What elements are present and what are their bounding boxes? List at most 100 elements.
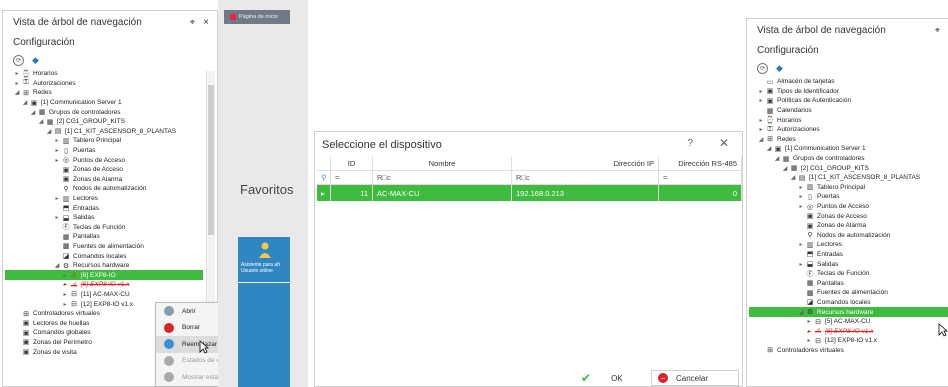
tree-item[interactable]: ▸ ⊟ [12] EXP8-IO v1.x bbox=[749, 336, 948, 346]
tree-item[interactable]: ▩ Fuentes de alimentación bbox=[5, 242, 203, 252]
tree-item[interactable]: ▸ ⚿ Autorizaciones bbox=[749, 125, 948, 135]
expander-icon[interactable]: ◢ bbox=[765, 145, 773, 152]
tree-item[interactable]: ▸ ▯ Puertas bbox=[749, 192, 948, 202]
tree-item[interactable]: ⚲ Nodos de automatización bbox=[749, 231, 948, 241]
tree-item[interactable]: ▣ Zonas de Alarma bbox=[749, 221, 948, 231]
tree-item[interactable]: Ⓕ Teclas de Función bbox=[5, 223, 203, 233]
tree-item[interactable]: ▸ ▣ Tipos de Identificador bbox=[749, 87, 948, 97]
expander-icon[interactable]: ◢ bbox=[37, 118, 45, 125]
tree-item[interactable]: ▣ Zonas de Alarma bbox=[5, 175, 203, 185]
expander-icon[interactable]: ▸ bbox=[805, 318, 813, 325]
tree-item[interactable]: ▸ ⊟ [11] AC-MAX-CU bbox=[5, 290, 203, 300]
expander-icon[interactable]: ◢ bbox=[53, 262, 61, 269]
tree-item[interactable]: ▸ ⌚ Horarios bbox=[5, 69, 203, 79]
expander-icon[interactable]: ◢ bbox=[789, 174, 797, 181]
filter-name[interactable]: R□c bbox=[373, 171, 512, 184]
column-name[interactable]: Nombre bbox=[373, 157, 512, 170]
table-row[interactable]: ▸ 11 AC-MAX-CU 192.168.0.213 0 bbox=[317, 185, 742, 201]
expander-icon[interactable]: ▸ bbox=[797, 203, 805, 210]
tree-item[interactable]: ▸ ⊟ [5] AC-MAX-CU bbox=[749, 317, 948, 327]
expander-icon[interactable]: ▸ bbox=[797, 241, 805, 248]
expander-icon[interactable]: ▸ bbox=[13, 80, 21, 87]
tree-item[interactable]: ▦ Pantallas bbox=[749, 278, 948, 288]
expander-icon[interactable]: ◢ bbox=[45, 128, 53, 135]
filter-ip[interactable]: R□c bbox=[512, 171, 659, 184]
tree-item[interactable]: ⊞ Controladores virtuales bbox=[749, 346, 948, 356]
tree-item[interactable]: ▭ Almacén de tarjetas bbox=[749, 77, 948, 87]
help-icon[interactable]: ? bbox=[687, 138, 693, 149]
right-pin-icon[interactable]: ⌖ bbox=[935, 25, 940, 36]
tree-item[interactable]: ▸ ⚠ [6] EXP8-IO bbox=[5, 270, 203, 281]
expander-icon[interactable]: ▸ bbox=[13, 70, 21, 77]
tree-item[interactable]: ▸ ▯ Puertas bbox=[5, 146, 203, 156]
dialog-close-icon[interactable]: ✕ bbox=[719, 136, 729, 150]
column-ip[interactable]: Dirección IP bbox=[512, 157, 659, 170]
close-icon[interactable]: × bbox=[203, 17, 209, 28]
expander-icon[interactable]: ▸ bbox=[61, 281, 69, 288]
tree-item[interactable]: ▸ ▣ Políticas de Autenticación bbox=[749, 96, 948, 106]
expander-icon[interactable]: ▸ bbox=[53, 157, 61, 164]
wizard-tile[interactable]: Asistente para añ Usuario online bbox=[238, 237, 290, 282]
tree-item[interactable]: Ⓕ Teclas de Función bbox=[749, 269, 948, 279]
expander-icon[interactable]: ▸ bbox=[757, 117, 765, 124]
tree-item[interactable]: ▸ ◎ Puntos de Acceso bbox=[5, 155, 203, 165]
tree-item[interactable]: ▩ Fuentes de alimentación bbox=[749, 288, 948, 298]
tab-home[interactable]: Página de inicio bbox=[224, 10, 290, 24]
expander-icon[interactable]: ▸ bbox=[797, 184, 805, 191]
left-scrollbar-thumb[interactable] bbox=[208, 85, 214, 235]
expander-icon[interactable]: ▸ bbox=[53, 195, 61, 202]
expander-icon[interactable]: ▸ bbox=[61, 291, 69, 298]
navigate-up-icon[interactable]: ◆ bbox=[32, 55, 39, 66]
tree-item[interactable]: ▸ ▥ Tablero Principal bbox=[749, 183, 948, 193]
tree-item[interactable]: ▸ ◎ Puntos de Acceso bbox=[749, 202, 948, 212]
filter-rs485[interactable]: = bbox=[659, 171, 742, 184]
tree-item[interactable]: ◢ ⚙ Recursos hardware bbox=[749, 307, 948, 317]
refresh-icon[interactable]: ⟳ bbox=[13, 54, 24, 66]
expander-icon[interactable]: ◢ bbox=[773, 155, 781, 162]
expander-icon[interactable]: ▸ bbox=[805, 337, 813, 344]
expander-icon[interactable]: ◢ bbox=[781, 165, 789, 172]
tree-item[interactable]: ◢ ⚙ Recursos hardware bbox=[5, 261, 203, 271]
expander-icon[interactable]: ◢ bbox=[29, 109, 37, 116]
tree-item[interactable]: ▸ ⚠ [6] EXP8-IO v1.x bbox=[5, 280, 203, 290]
expander-icon[interactable]: ◢ bbox=[13, 89, 21, 96]
tree-item[interactable]: ▸ ▥ Lectores bbox=[5, 194, 203, 204]
expander-icon[interactable]: ▸ bbox=[53, 214, 61, 221]
expander-icon[interactable]: ▸ bbox=[757, 126, 765, 133]
column-id[interactable]: ID bbox=[331, 157, 373, 170]
expander-icon[interactable]: ▸ bbox=[797, 193, 805, 200]
tile-secondary[interactable] bbox=[238, 283, 290, 387]
tree-item[interactable]: ▸ ⬓ Salidas bbox=[749, 259, 948, 269]
expander-icon[interactable]: ◢ bbox=[757, 136, 765, 143]
tree-item[interactable]: ▸ ⌚ Horarios bbox=[749, 115, 948, 125]
tree-item[interactable]: ▸ ⬓ Salidas bbox=[5, 213, 203, 223]
expander-icon[interactable]: ▸ bbox=[757, 88, 765, 95]
column-rs485[interactable]: Dirección RS-485 bbox=[659, 157, 742, 170]
tree-item[interactable]: ◢ ▤ [1] C1_KIT_ASCENSOR_8_PLANTAS bbox=[5, 127, 203, 137]
right-navigate-up-icon[interactable]: ◆ bbox=[776, 63, 783, 74]
tree-item[interactable]: ▣ Zonas de Acceso bbox=[5, 165, 203, 175]
tree-item[interactable]: ◢ ⊞ Redes bbox=[5, 88, 203, 98]
tree-item[interactable]: ◢ ▣ [1] Communication Server 1 bbox=[749, 144, 948, 154]
tree-item[interactable]: ▦ Pantallas bbox=[5, 232, 203, 242]
tree-item[interactable]: ▦ Calendarios bbox=[749, 106, 948, 116]
tree-item[interactable]: ▸ ▥ Lectores bbox=[749, 240, 948, 250]
tree-item[interactable]: ◢ ▦ [2] CG1_GROUP_KITS bbox=[749, 163, 948, 173]
ok-button[interactable]: ✔ OK bbox=[571, 370, 641, 386]
tree-item[interactable]: ◢ ▣ [1] Communication Server 1 bbox=[5, 98, 203, 108]
expander-icon[interactable]: ▸ bbox=[61, 301, 69, 308]
expander-icon[interactable]: ▸ bbox=[61, 272, 69, 279]
expander-icon[interactable]: ▸ bbox=[53, 137, 61, 144]
tree-item[interactable]: ◢ ▦ [2] CG1_GROUP_KITS bbox=[5, 117, 203, 127]
tree-item[interactable]: ◢ ▦ Grupos de controladores bbox=[5, 107, 203, 117]
expander-icon[interactable]: ◢ bbox=[797, 309, 805, 316]
expander-icon[interactable]: ◢ bbox=[21, 99, 29, 106]
cancel-button[interactable]: − Cancelar bbox=[651, 370, 739, 386]
tree-item[interactable]: ▣ Zonas de Acceso bbox=[749, 211, 948, 221]
tree-item[interactable]: ◢ ▦ Grupos de controladores bbox=[749, 154, 948, 164]
tree-item[interactable]: ▸ ▥ Tablero Principal bbox=[5, 136, 203, 146]
pin-icon[interactable]: ⌖ bbox=[190, 17, 195, 28]
tree-item[interactable]: ◪ Comandos locales bbox=[5, 251, 203, 261]
right-refresh-icon[interactable]: ⟳ bbox=[757, 62, 768, 74]
expander-icon[interactable]: ▸ bbox=[797, 261, 805, 268]
